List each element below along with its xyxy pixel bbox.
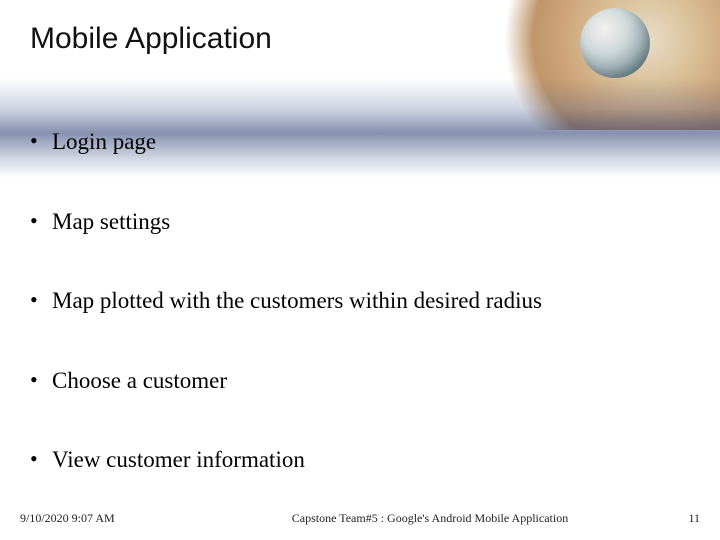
list-item: Map plotted with the customers within de… [52, 287, 690, 315]
list-item: Map settings [52, 208, 690, 236]
list-item: Choose a customer [52, 367, 690, 395]
slide-title: Mobile Application [30, 22, 690, 56]
slide-content: Mobile Application Login page Map settin… [0, 0, 720, 540]
list-item: Login page [52, 128, 690, 156]
bullet-list: Login page Map settings Map plotted with… [30, 128, 690, 474]
list-item: View customer information [52, 446, 690, 474]
